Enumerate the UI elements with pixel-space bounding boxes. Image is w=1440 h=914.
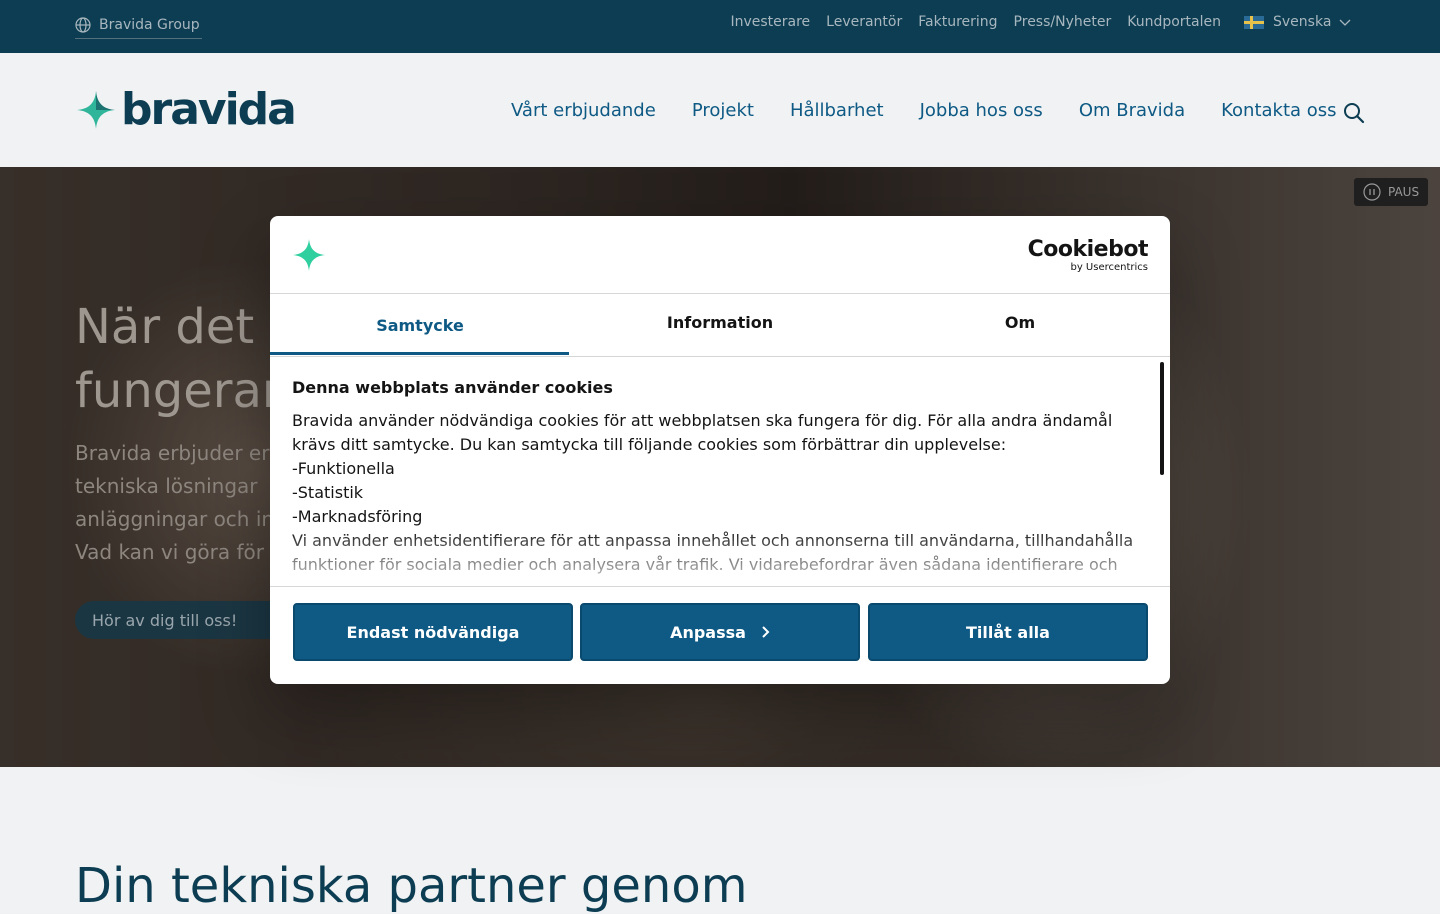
allow-all-label: Tillåt alla [966,622,1050,642]
consent-footer: Endast nödvändiga Anpassa Tillåt alla [270,586,1170,684]
cookiebot-logo[interactable]: Cookiebot by Usercentrics [1027,237,1149,274]
main-header: bravida Vårt erbjudande Projekt Hållbarh… [0,53,1440,167]
main-navigation: Vårt erbjudande Projekt Hållbarhet Jobba… [511,100,1373,121]
customize-button[interactable]: Anpassa [580,603,860,661]
bravida-group-label: Bravida Group [99,17,200,33]
bravida-group-link[interactable]: Bravida Group [75,12,202,39]
bravida-star-icon [293,239,325,271]
util-link-press[interactable]: Press/Nyheter [1014,14,1112,30]
nav-jobba-hos-oss[interactable]: Jobba hos oss [920,100,1043,121]
nav-om-bravida[interactable]: Om Bravida [1079,100,1185,121]
cookie-consent-dialog: Cookiebot by Usercentrics Samtycke Infor… [270,216,1170,684]
bravida-logo[interactable]: bravida [75,84,297,135]
util-link-kundportalen[interactable]: Kundportalen [1127,14,1221,30]
util-link-fakturering[interactable]: Fakturering [918,14,997,30]
cookiebot-subbrand: by Usercentrics [1070,262,1148,273]
nav-hallbarhet[interactable]: Hållbarhet [790,100,884,121]
swedish-flag-icon [1244,15,1264,29]
util-link-leverantor[interactable]: Leverantör [826,14,902,30]
chevron-right-icon [762,626,770,638]
cookiebot-brand: Cookiebot [1027,237,1149,262]
only-necessary-label: Endast nödvändiga [346,622,520,642]
text-fade [292,528,1140,588]
tab-om[interactable]: Om [870,294,1170,355]
search-icon[interactable] [1343,102,1365,124]
section-title: Din tekniska partner genom [75,858,748,914]
nav-vart-erbjudande[interactable]: Vårt erbjudande [511,100,656,121]
consent-body: Denna webbplats använder cookies Bravida… [292,376,1140,588]
language-label: Svenska [1273,14,1332,30]
pause-video-button[interactable]: PAUS [1354,178,1428,206]
chevron-down-icon [1339,19,1351,26]
logo-wordmark: bravida [121,84,297,135]
tab-information[interactable]: Information [570,294,870,355]
consent-heading: Denna webbplats använder cookies [292,378,613,397]
consent-scrollbar-thumb[interactable] [1160,362,1164,475]
contact-cta-label: Hör av dig till oss! [92,610,238,630]
only-necessary-button[interactable]: Endast nödvändiga [293,603,573,661]
nav-kontakta-oss[interactable]: Kontakta oss [1221,100,1336,121]
tab-samtycke[interactable]: Samtycke [270,294,570,355]
pause-label: PAUS [1388,185,1420,199]
language-selector[interactable]: Svenska [1244,14,1351,30]
utility-links: Investerare Leverantör Fakturering Press… [714,14,1221,30]
top-utility-bar: Bravida Group Investerare Leverantör Fak… [0,0,1440,53]
globe-icon [75,17,91,33]
consent-tabs: Samtycke Information Om [270,293,1170,357]
customize-label: Anpassa [670,622,746,642]
nav-projekt[interactable]: Projekt [692,100,754,121]
allow-all-button[interactable]: Tillåt alla [868,603,1148,661]
bravida-star-icon [77,91,115,129]
pause-icon [1363,183,1381,201]
util-link-investerare[interactable]: Investerare [730,14,810,30]
